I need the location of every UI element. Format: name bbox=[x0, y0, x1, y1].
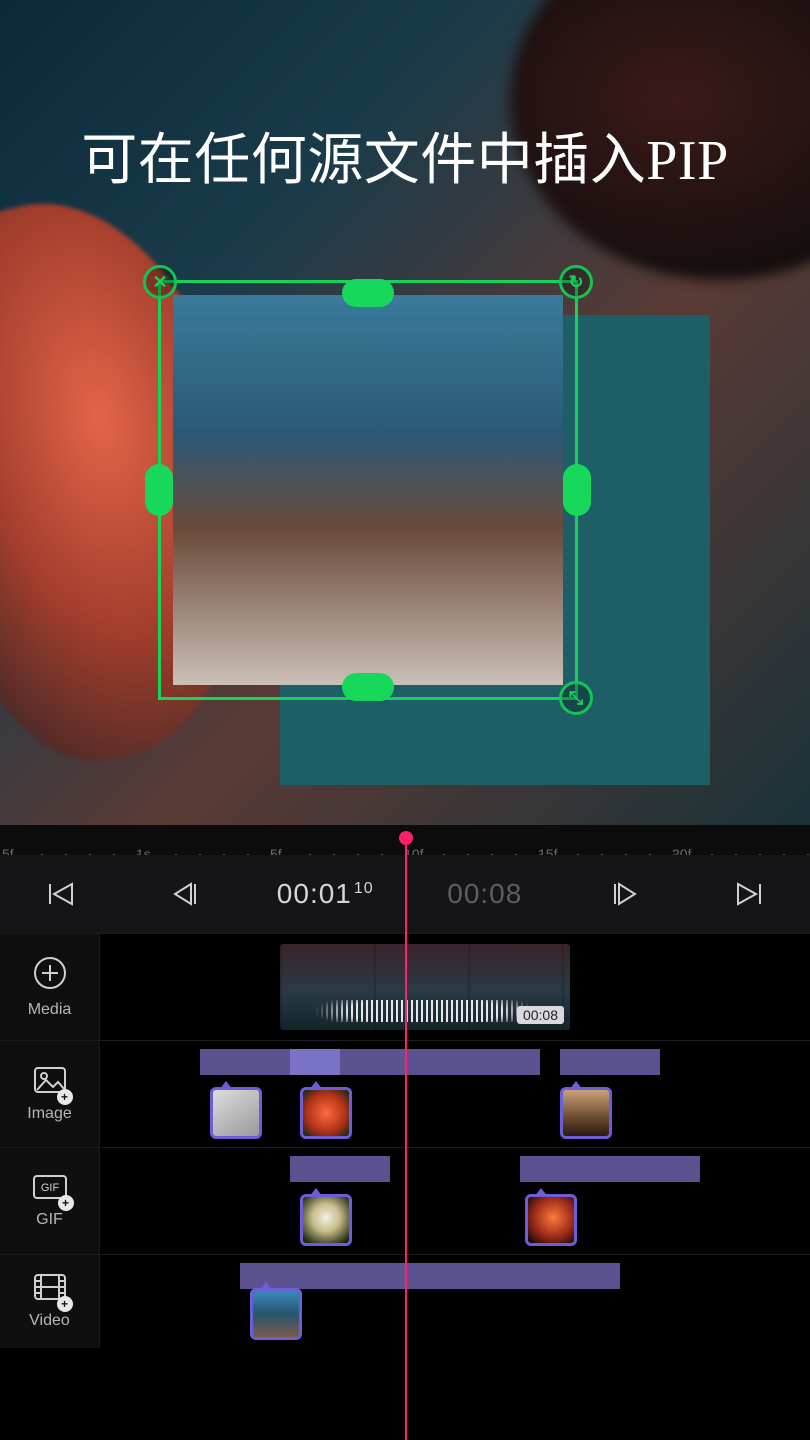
current-time: 00:0110 bbox=[245, 878, 405, 910]
pip-selection-frame[interactable]: ✕ ↻ ⤡ bbox=[158, 280, 578, 700]
clip-thumb[interactable] bbox=[560, 1087, 612, 1139]
gif-icon: GIF + bbox=[32, 1174, 68, 1205]
pip-edge-handle-top[interactable] bbox=[342, 279, 394, 307]
pip-delete-handle[interactable]: ✕ bbox=[143, 265, 177, 299]
current-time-frames: 10 bbox=[354, 880, 374, 897]
pip-scale-handle[interactable]: ⤡ bbox=[559, 681, 593, 715]
gif-track[interactable] bbox=[100, 1148, 810, 1254]
skip-end-icon bbox=[732, 880, 766, 908]
add-badge-icon: + bbox=[57, 1296, 73, 1312]
layer-label: Video bbox=[29, 1312, 70, 1330]
clip-thumb[interactable] bbox=[250, 1288, 302, 1340]
playhead[interactable] bbox=[405, 836, 407, 1440]
close-icon: ✕ bbox=[152, 272, 167, 293]
frame-back-icon bbox=[169, 880, 199, 908]
clip-thumb[interactable] bbox=[525, 1194, 577, 1246]
clip-extent[interactable] bbox=[340, 1049, 540, 1075]
clip-extent[interactable] bbox=[240, 1263, 620, 1289]
frame-forward-icon bbox=[611, 880, 641, 908]
layer-label: GIF bbox=[36, 1211, 63, 1229]
add-gif-button[interactable]: GIF + GIF bbox=[0, 1148, 100, 1254]
image-track[interactable] bbox=[100, 1041, 810, 1147]
pip-edge-handle-right[interactable] bbox=[563, 464, 591, 516]
go-to-start-button[interactable] bbox=[0, 855, 123, 933]
add-media-button[interactable]: Media bbox=[0, 934, 100, 1040]
add-video-button[interactable]: + Video bbox=[0, 1255, 100, 1348]
add-badge-icon: + bbox=[57, 1089, 73, 1105]
pip-rotate-handle[interactable]: ↻ bbox=[559, 265, 593, 299]
expand-icon: ⤡ bbox=[569, 688, 583, 709]
pip-edge-handle-left[interactable] bbox=[145, 464, 173, 516]
go-to-end-button[interactable] bbox=[687, 855, 810, 933]
clip-extent[interactable] bbox=[290, 1156, 390, 1182]
add-badge-icon: + bbox=[58, 1195, 74, 1211]
clip-extent-selected[interactable] bbox=[290, 1049, 340, 1075]
clip-extent[interactable] bbox=[200, 1049, 290, 1075]
clip-extent[interactable] bbox=[520, 1156, 700, 1182]
rotate-icon: ↻ bbox=[568, 272, 583, 293]
promo-headline: 可在任何源文件中插入PIP bbox=[0, 115, 810, 196]
clip-duration-chip: 00:08 bbox=[517, 1006, 564, 1024]
clip-thumb[interactable] bbox=[300, 1087, 352, 1139]
clip-thumb[interactable] bbox=[300, 1194, 352, 1246]
total-duration: 00:08 bbox=[405, 878, 565, 910]
preview-canvas[interactable]: 可在任何源文件中插入PIP ✕ ↻ ⤡ bbox=[0, 0, 810, 825]
image-icon: + bbox=[33, 1066, 67, 1099]
pip-edge-handle-bottom[interactable] bbox=[342, 673, 394, 701]
current-time-value: 00:01 bbox=[277, 878, 352, 909]
pip-image[interactable] bbox=[173, 295, 563, 685]
clip-thumb[interactable] bbox=[210, 1087, 262, 1139]
step-forward-button[interactable] bbox=[565, 855, 688, 933]
media-track[interactable]: 00:08 bbox=[100, 934, 810, 1040]
step-back-button[interactable] bbox=[123, 855, 246, 933]
duration-value: 00:08 bbox=[447, 878, 522, 909]
skip-start-icon bbox=[44, 880, 78, 908]
video-track[interactable] bbox=[100, 1255, 810, 1348]
video-icon: + bbox=[33, 1273, 67, 1306]
layer-label: Image bbox=[27, 1105, 71, 1123]
add-image-button[interactable]: + Image bbox=[0, 1041, 100, 1147]
svg-text:GIF: GIF bbox=[40, 1182, 59, 1194]
clip-extent[interactable] bbox=[560, 1049, 660, 1075]
media-clip[interactable]: 00:08 bbox=[280, 944, 570, 1030]
layer-label: Media bbox=[28, 1001, 72, 1019]
plus-circle-icon bbox=[33, 956, 67, 995]
